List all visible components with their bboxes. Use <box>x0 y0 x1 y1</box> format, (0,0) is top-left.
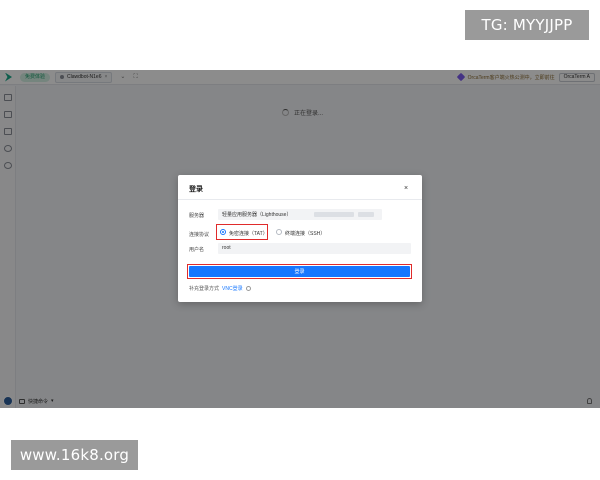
watermark-bottom: www.16k8.org <box>11 440 138 470</box>
radio-ssh-label[interactable]: 终端连接（SSH） <box>285 230 325 237</box>
vnc-login-link[interactable]: VNC登录 <box>222 285 243 292</box>
dialog-title: 登录 <box>189 186 203 193</box>
masked-ip <box>314 212 354 217</box>
radio-tat[interactable] <box>220 229 226 235</box>
divider <box>178 199 422 200</box>
username-label: 用户名 <box>189 247 205 253</box>
server-label: 服务器 <box>189 213 205 219</box>
login-button[interactable]: 登录 <box>189 266 410 277</box>
info-icon[interactable] <box>245 286 251 291</box>
supplement-login: 补充登录方式 VNC登录 <box>189 285 251 292</box>
protocol-label: 连接协议 <box>189 232 210 238</box>
username-input[interactable]: root <box>218 243 411 254</box>
server-value: 轻量应用服务器（Lighthouse） <box>222 212 292 218</box>
login-dialog: 登录 × 服务器 轻量应用服务器（Lighthouse） 连接协议 免密连接（T… <box>178 175 422 302</box>
watermark-top: TG: MYYJJPP <box>465 10 589 40</box>
radio-tat-label[interactable]: 免密连接（TAT） <box>229 230 268 237</box>
username-value: root <box>222 245 231 251</box>
page: 免费体验 Clawdbot-N1e6 × ⌄ ⛶ OrcaTerm客户端火热公测… <box>0 0 600 480</box>
server-field: 轻量应用服务器（Lighthouse） <box>218 209 382 220</box>
close-icon[interactable]: × <box>404 185 408 192</box>
supplement-label: 补充登录方式 <box>189 286 220 292</box>
masked-ip <box>358 212 374 217</box>
radio-ssh[interactable] <box>276 229 282 235</box>
